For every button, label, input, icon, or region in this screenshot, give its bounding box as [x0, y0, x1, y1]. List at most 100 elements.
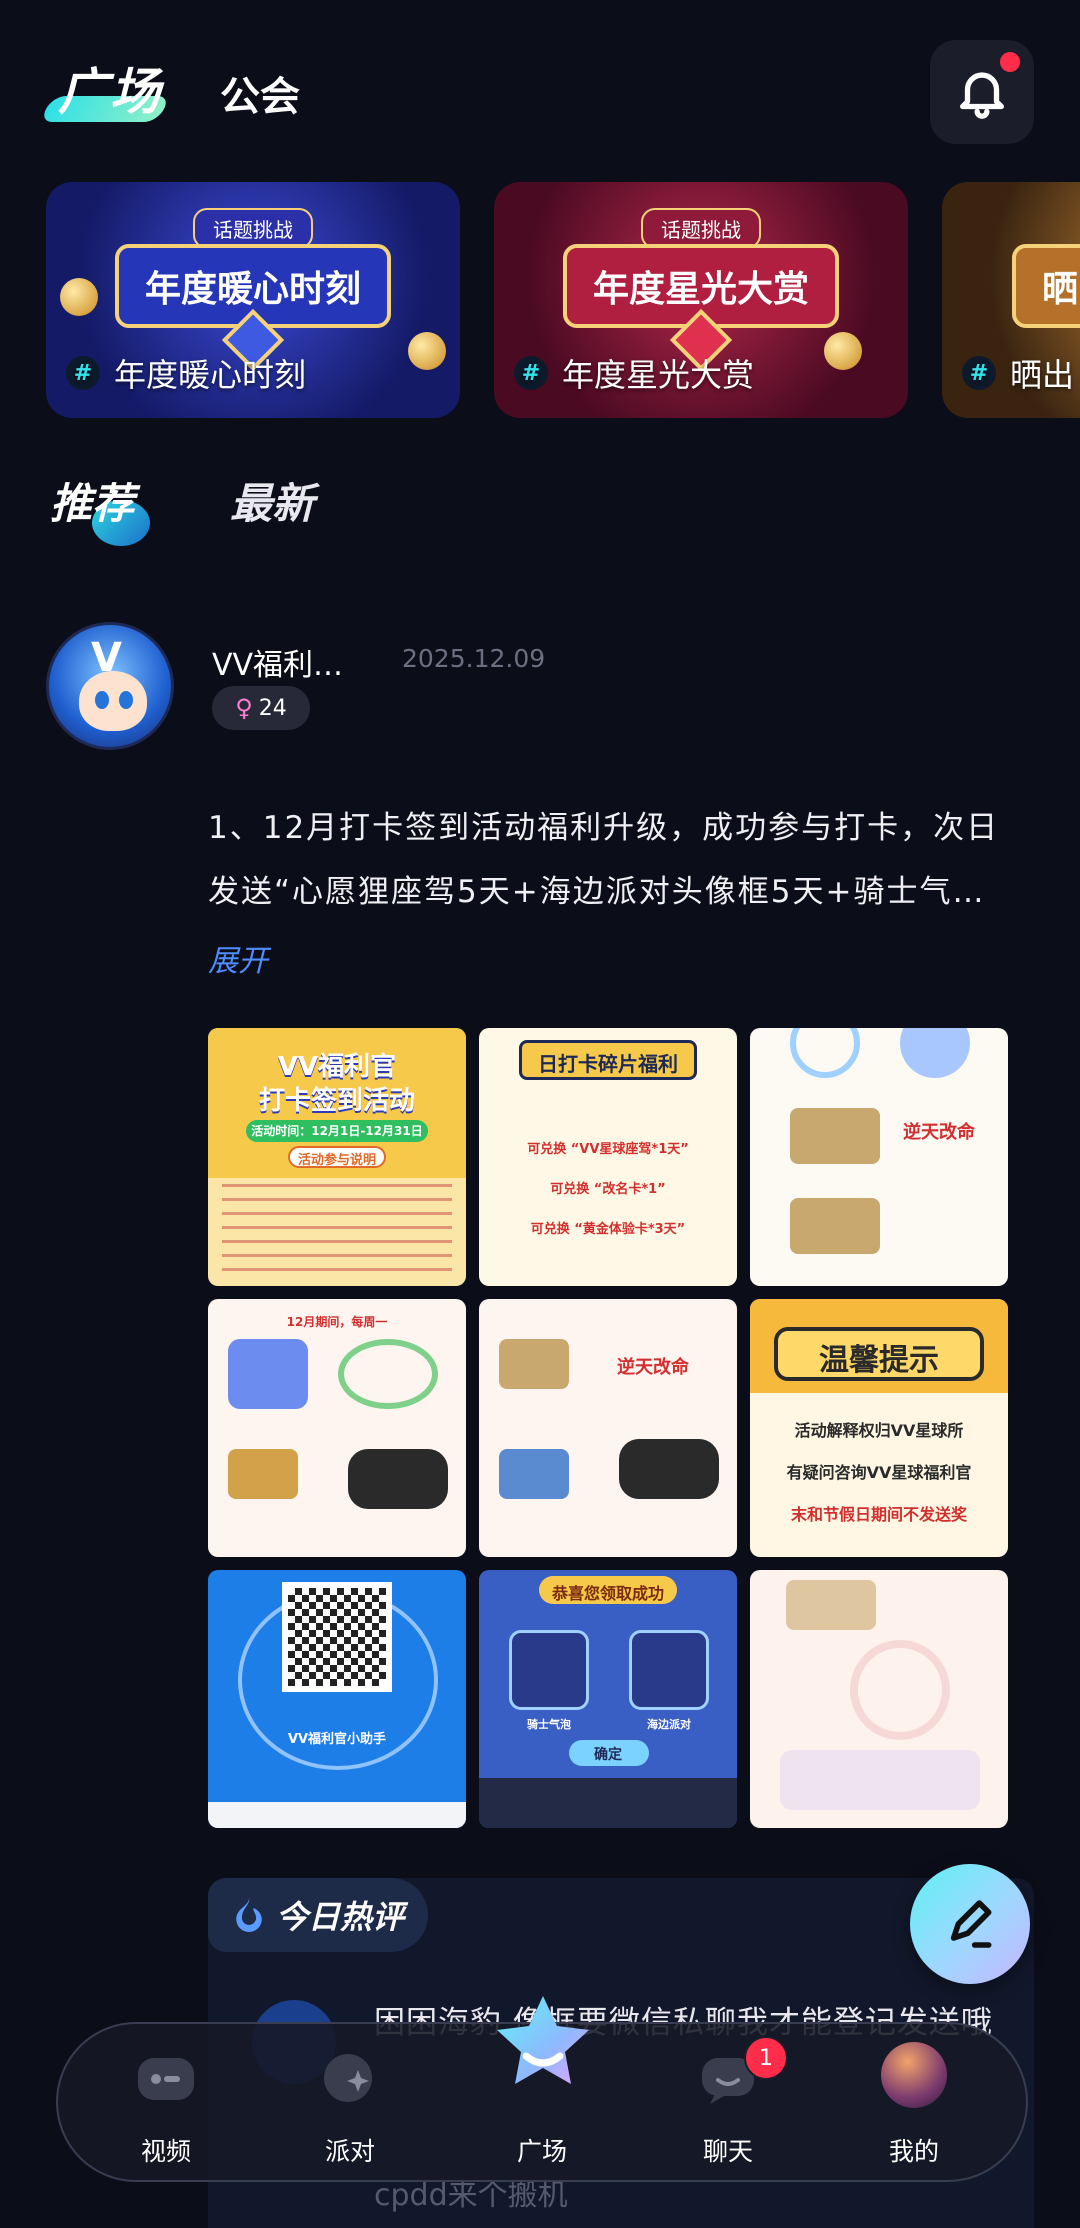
tile-title: VV福利官: [277, 1052, 397, 1082]
topic-card[interactable]: 话题挑战 年度星光大赏 # 年度星光大赏: [494, 182, 908, 418]
tile-title: 日打卡碎片福利: [538, 1052, 678, 1076]
post-text[interactable]: 1、12月打卡签到活动福利升级，成功参与打卡，次日 发送“心愿狸座驾5天+海边派…: [208, 796, 1008, 924]
nav-profile[interactable]: 我的: [834, 2036, 994, 2176]
topic-label-text: 晒出: [1010, 356, 1075, 394]
orb-decoration: [824, 332, 862, 370]
topic-banner-title: 晒: [1012, 244, 1080, 328]
post-image[interactable]: 温馨提示 活动解释权归VV星球所 有疑问咨询VV星球福利官 末和节假日期间不发送…: [750, 1299, 1008, 1557]
hot-comment-label-text: 今日热评: [276, 1898, 405, 1936]
nav-party[interactable]: 派对: [270, 2036, 430, 2176]
topic-card[interactable]: 话题挑战 年度暖心时刻 # 年度暖心时刻: [46, 182, 460, 418]
post-image[interactable]: VV福利官小助手: [208, 1570, 466, 1828]
confirm-label: 确定: [594, 1747, 622, 1763]
tab-latest[interactable]: 最新: [230, 470, 314, 531]
flame-icon: [236, 1898, 262, 1932]
topic-label: # 年度暖心时刻: [66, 350, 306, 396]
tile-footer-bar: [208, 1802, 466, 1828]
tile-line: 可兑换 “黄金体验卡*3天”: [530, 1222, 686, 1237]
post-image-grid: VV福利官 打卡签到活动 活动时间：12月1日-12月31日 活动参与说明 日打…: [208, 1028, 1008, 1830]
sticker-decoration: [780, 1750, 980, 1810]
car-decoration: [348, 1449, 448, 1509]
level-badge: ♀ 24: [212, 686, 310, 730]
tile-line: 有疑问咨询VV星球福利官: [786, 1463, 972, 1482]
tile-bottom-bar: [479, 1778, 737, 1828]
level-value: 24: [258, 695, 287, 721]
top-header: 广场 公会: [0, 0, 1080, 160]
card-decoration: [790, 1108, 880, 1164]
tab-recommended[interactable]: 推荐: [50, 470, 134, 531]
topic-label-text: 年度星光大赏: [562, 356, 755, 394]
notification-dot: [1000, 52, 1020, 72]
item-label: 海边派对: [647, 1718, 691, 1731]
hot-comment-label: 今日热评: [208, 1878, 428, 1952]
post-text-line: 发送“心愿狸座驾5天+海边派对头像框5天+骑士气…: [208, 874, 986, 910]
tile-line: 活动解释权归VV星球所: [794, 1421, 964, 1440]
profile-icon: [881, 2042, 947, 2108]
post-image[interactable]: 逆天改命: [750, 1028, 1008, 1286]
female-icon: ♀: [235, 694, 253, 722]
nav-label: 派对: [324, 2137, 375, 2166]
tile-title: 温馨提示: [819, 1343, 939, 1378]
tile-line: 可兑换 “改名卡*1”: [550, 1182, 666, 1197]
topic-banner-badge: 话题挑战: [193, 208, 313, 249]
post-image[interactable]: 逆天改命: [479, 1299, 737, 1557]
card-decoration: [499, 1449, 569, 1499]
post-image[interactable]: VV福利官 打卡签到活动 活动时间：12月1日-12月31日 活动参与说明: [208, 1028, 466, 1286]
post-image[interactable]: 恭喜您领取成功 骑士气泡 海边派对 确定: [479, 1570, 737, 1828]
tile-title: 恭喜您领取成功: [551, 1584, 664, 1603]
tile-title: VV福利官小助手: [287, 1732, 387, 1747]
tile-footer: 活动参与说明: [297, 1153, 376, 1168]
item-label: 骑士气泡: [527, 1718, 571, 1731]
tile-text-lines: [222, 1184, 452, 1274]
video-icon: [138, 2058, 194, 2100]
compose-button[interactable]: [910, 1864, 1030, 1984]
tile-note: 活动时间：12月1日-12月31日: [251, 1124, 423, 1138]
tile-title: 逆天改命: [617, 1357, 689, 1378]
chat-unread-badge: 1: [744, 2036, 788, 2080]
avatar-v-logo: V: [91, 635, 122, 681]
post-text-line: 1、12月打卡签到活动福利升级，成功参与打卡，次日: [208, 810, 1000, 846]
nav-label: 聊天: [702, 2137, 753, 2166]
party-icon: [324, 2054, 372, 2102]
post-image[interactable]: [750, 1570, 1008, 1828]
card-decoration: [228, 1449, 298, 1499]
expand-link[interactable]: 展开: [208, 936, 268, 980]
tile-line: 末和节假日期间不发送奖: [790, 1505, 967, 1524]
tab-guild[interactable]: 公会: [220, 64, 300, 122]
car-decoration: [619, 1439, 719, 1499]
topic-card[interactable]: 晒 # 晒出: [942, 182, 1080, 418]
card-decoration: [786, 1580, 876, 1630]
card-decoration: [499, 1339, 569, 1389]
author-avatar[interactable]: V: [46, 622, 174, 750]
author-name[interactable]: VV福利…: [212, 640, 343, 684]
nav-chat[interactable]: 1 聊天: [648, 2036, 808, 2176]
post-image[interactable]: 日打卡碎片福利 可兑换 “VV星球座驾*1天” 可兑换 “改名卡*1” 可兑换 …: [479, 1028, 737, 1286]
qr-code: [282, 1582, 392, 1692]
frame-decoration: [338, 1339, 438, 1409]
nav-label: 广场: [516, 2137, 567, 2166]
bubble-item: [509, 1630, 589, 1710]
tile-title: 12月期间，每周一: [286, 1315, 388, 1329]
notification-button[interactable]: [930, 40, 1034, 144]
sticker-decoration: [228, 1339, 308, 1409]
post-image[interactable]: 12月期间，每周一: [208, 1299, 466, 1557]
avatar-eye: [95, 691, 109, 709]
topic-carousel[interactable]: 话题挑战 年度暖心时刻 # 年度暖心时刻 话题挑战 年度星光大赏 # 年度星光大…: [46, 182, 1080, 422]
orb-decoration: [60, 278, 98, 316]
post-date: 2025.12.09: [402, 644, 546, 673]
topic-label: # 晒出: [962, 350, 1074, 396]
nav-video[interactable]: 视频: [86, 2036, 246, 2176]
card-decoration: [790, 1198, 880, 1254]
tile-line: 可兑换 “VV星球座驾*1天”: [527, 1142, 689, 1157]
nav-square[interactable]: 广场: [462, 2036, 622, 2176]
frame-decoration: [850, 1640, 950, 1740]
nav-label: 视频: [140, 2137, 191, 2166]
orb-decoration: [408, 332, 446, 370]
avatar-eye: [119, 691, 133, 709]
frame-decoration: [900, 1028, 970, 1078]
tile-subtitle: 打卡签到活动: [258, 1086, 415, 1116]
frame-decoration: [790, 1028, 860, 1078]
tile-title: 逆天改命: [903, 1122, 975, 1143]
tab-square[interactable]: 广场: [58, 52, 162, 124]
bell-icon: [960, 72, 1004, 119]
